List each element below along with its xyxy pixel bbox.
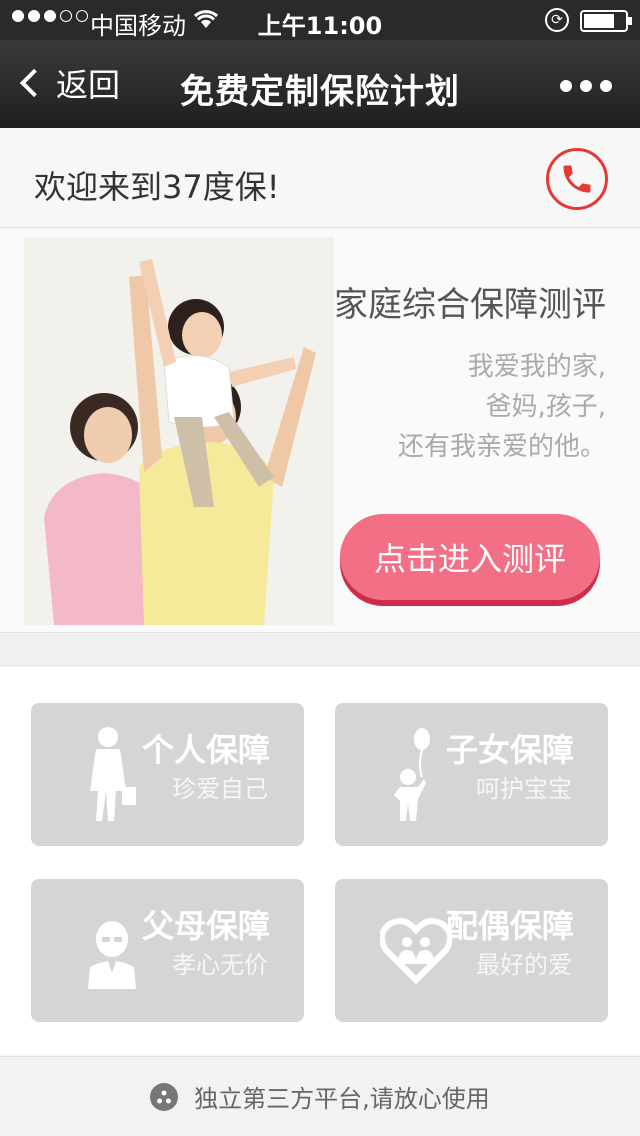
card-title: 个人保障 xyxy=(141,731,270,769)
card-children-coverage[interactable]: 子女保障 呵护宝宝 xyxy=(335,703,608,846)
card-subtitle: 最好的爱 xyxy=(476,951,572,979)
footer: 独立第三方平台,请放心使用 xyxy=(0,1056,640,1136)
card-subtitle: 珍爱自己 xyxy=(172,775,268,803)
card-spouse-coverage[interactable]: 配偶保障 最好的爱 xyxy=(335,879,608,1022)
description-line: 我爱我的家, xyxy=(467,352,606,382)
assessment-title: 家庭综合保障测评 xyxy=(334,285,606,325)
section-divider xyxy=(0,634,640,666)
footer-text: 独立第三方平台,请放心使用 xyxy=(194,1085,490,1113)
card-title: 父母保障 xyxy=(141,907,270,945)
family-photo xyxy=(24,237,334,625)
assessment-banner: 家庭综合保障测评 我爱我的家, 爸妈,孩子, 还有我亲爱的他。 点击进入测评 xyxy=(0,229,640,633)
coverage-grid: 个人保障 珍爱自己 子女保障 呵护宝宝 父母保障 孝心无价 配偶保障 最好的爱 xyxy=(0,667,640,1055)
description-line: 还有我亲爱的他。 xyxy=(397,432,606,462)
rotation-lock-icon: ⟳ xyxy=(545,8,569,32)
assessment-description: 我爱我的家, 爸妈,孩子, 还有我亲爱的他。 xyxy=(398,347,606,467)
start-assessment-button[interactable]: 点击进入测评 xyxy=(340,514,600,600)
clock: 上午11:00 xyxy=(257,12,383,40)
phone-icon xyxy=(563,165,591,193)
more-menu-button[interactable] xyxy=(560,80,612,92)
page-title: 免费定制保险计划 xyxy=(180,72,460,112)
more-dots-icon xyxy=(560,80,572,92)
card-title: 配偶保障 xyxy=(445,907,574,945)
call-button[interactable] xyxy=(546,148,608,210)
welcome-text: 欢迎来到37度保! xyxy=(34,168,280,206)
status-bar: 中国移动 上午11:00 ⟳ xyxy=(0,0,640,40)
card-subtitle: 孝心无价 xyxy=(172,951,268,979)
welcome-bar: 欢迎来到37度保! xyxy=(0,128,640,228)
card-personal-coverage[interactable]: 个人保障 珍爱自己 xyxy=(31,703,304,846)
network-icon xyxy=(150,1082,179,1111)
card-subtitle: 呵护宝宝 xyxy=(476,775,572,803)
description-line: 爸妈,孩子, xyxy=(485,392,606,422)
nav-bar: 返回 免费定制保险计划 xyxy=(0,40,640,128)
card-title: 子女保障 xyxy=(445,731,574,769)
card-parents-coverage[interactable]: 父母保障 孝心无价 xyxy=(31,879,304,1022)
battery-icon xyxy=(580,10,632,32)
